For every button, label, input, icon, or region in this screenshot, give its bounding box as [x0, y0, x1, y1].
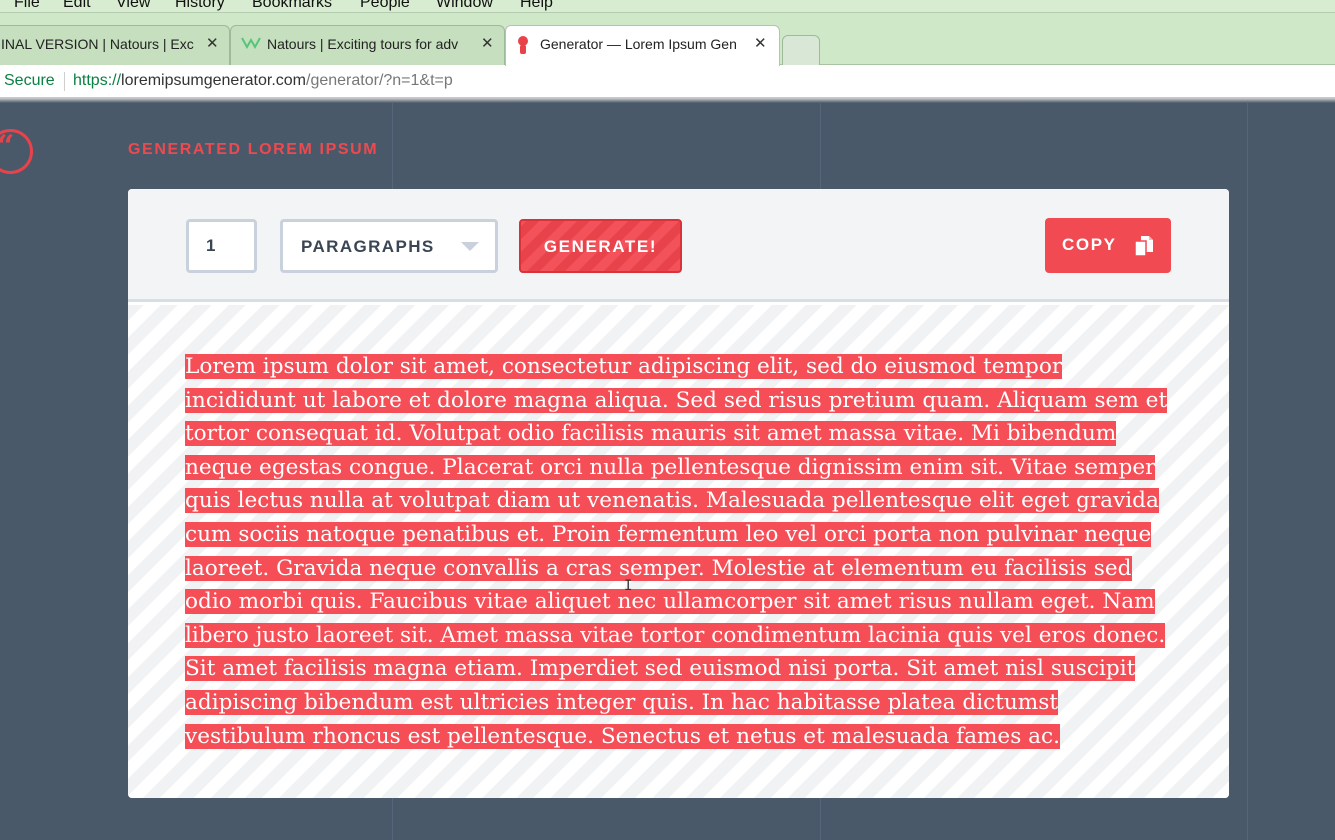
- chevron-down-icon: [461, 242, 479, 251]
- close-icon[interactable]: ✕: [754, 34, 767, 52]
- guide-line: [1247, 103, 1248, 840]
- menu-view[interactable]: View: [116, 0, 150, 12]
- generated-text[interactable]: Lorem ipsum dolor sit amet, consectetur …: [185, 350, 1175, 753]
- lorem-favicon-icon: [516, 35, 530, 60]
- menu-bookmarks[interactable]: Bookmarks: [252, 0, 332, 12]
- generate-button-label: GENERATE!: [543, 237, 658, 256]
- tab-title: INAL VERSION | Natours | Exc: [1, 36, 194, 52]
- generate-button[interactable]: GENERATE!: [519, 219, 682, 273]
- menu-help[interactable]: Help: [520, 0, 553, 12]
- quote-glyph: “: [0, 129, 14, 164]
- url-path: /generator/?n=1&t=p: [306, 72, 453, 89]
- output-area[interactable]: Lorem ipsum dolor sit amet, consectetur …: [128, 305, 1229, 798]
- menu-edit[interactable]: Edit: [63, 0, 91, 12]
- type-select[interactable]: PARAGRAPHS: [280, 219, 498, 273]
- quote-icon: “: [0, 129, 33, 174]
- url-host: loremipsumgenerator.com: [121, 72, 306, 89]
- new-tab-button[interactable]: [782, 35, 820, 65]
- copy-button-label: COPY: [1062, 235, 1117, 254]
- copy-button[interactable]: COPY: [1045, 218, 1171, 273]
- secure-indicator[interactable]: Secure: [4, 72, 55, 90]
- tab-title: Natours | Exciting tours for adv: [267, 36, 459, 52]
- tab-strip: INAL VERSION | Natours | Exc ✕ Natours |…: [0, 13, 1335, 66]
- url-scheme: https://: [73, 72, 122, 89]
- tab-title: Generator — Lorem Ipsum Gen: [540, 36, 737, 52]
- text-cursor-icon: I: [624, 578, 633, 594]
- count-input[interactable]: [186, 219, 257, 273]
- address-divider: [64, 72, 65, 91]
- menu-history[interactable]: History: [175, 0, 225, 12]
- tab-natours[interactable]: Natours | Exciting tours for adv ✕: [230, 25, 505, 65]
- natours-favicon-icon: [241, 35, 261, 52]
- close-icon[interactable]: ✕: [481, 34, 494, 52]
- app-menubar: File Edit View History Bookmarks People …: [0, 0, 1335, 13]
- url-text[interactable]: https://loremipsumgenerator.com/generato…: [73, 72, 453, 90]
- copy-icon: [1134, 235, 1154, 262]
- generator-toolbar: PARAGRAPHS GENERATE! COPY: [128, 189, 1229, 302]
- menu-people[interactable]: People: [360, 0, 410, 12]
- tab-lorem-generator[interactable]: Generator — Lorem Ipsum Gen ✕: [505, 25, 780, 66]
- menu-window[interactable]: Window: [436, 0, 493, 12]
- tab-natours-final[interactable]: INAL VERSION | Natours | Exc ✕: [0, 25, 230, 65]
- toolbar-shadow: [0, 98, 1335, 103]
- generator-card: PARAGRAPHS GENERATE! COPY Lorem ipsum do…: [128, 189, 1229, 798]
- close-icon[interactable]: ✕: [206, 34, 219, 52]
- menu-file[interactable]: File: [14, 0, 40, 12]
- type-select-value: PARAGRAPHS: [301, 237, 435, 256]
- selected-text: Lorem ipsum dolor sit amet, consectetur …: [185, 354, 1168, 749]
- address-bar[interactable]: Secure https://loremipsumgenerator.com/g…: [0, 65, 1335, 98]
- section-title: GENERATED LOREM IPSUM: [128, 141, 379, 158]
